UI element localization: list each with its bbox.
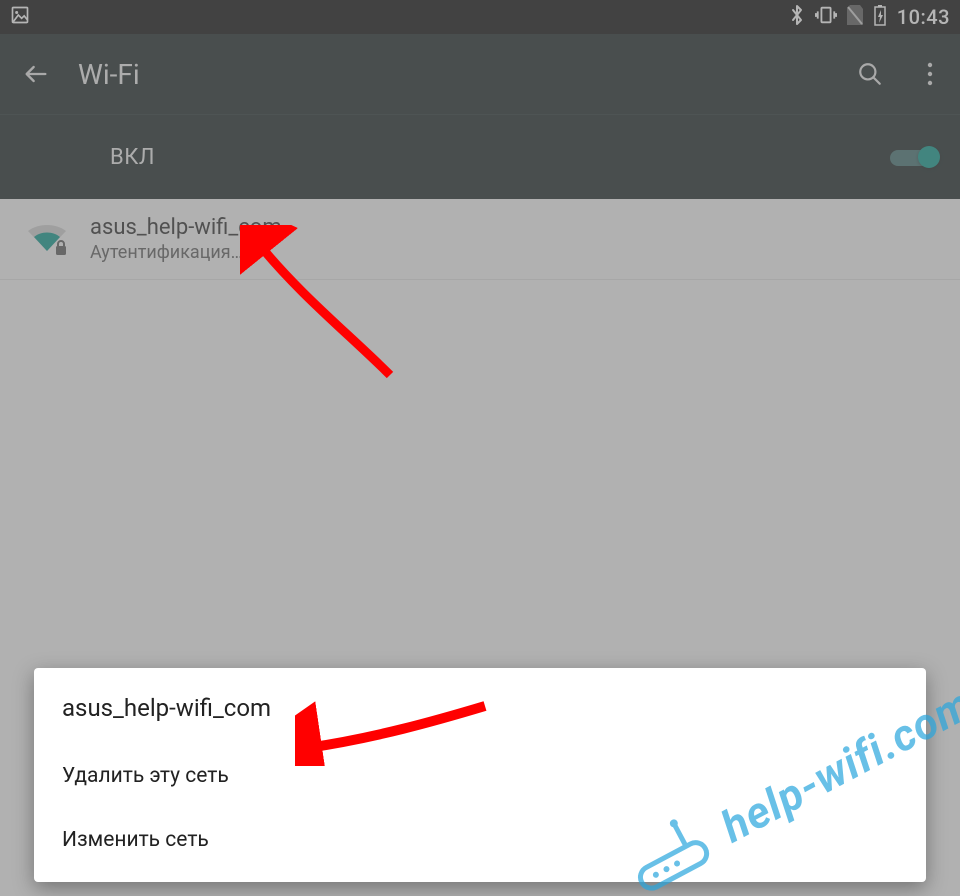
dialog-option-forget[interactable]: Удалить эту сеть: [62, 744, 898, 808]
image-placeholder-icon: [10, 5, 30, 30]
wifi-toggle-switch[interactable]: [890, 143, 938, 171]
no-sim-icon: [847, 5, 863, 30]
dialog-option-modify[interactable]: Изменить сеть: [62, 808, 898, 872]
page-title: Wi-Fi: [78, 58, 140, 91]
network-context-dialog: asus_help-wifi_com Удалить эту сеть Изме…: [34, 668, 926, 882]
wifi-signal-icon: [26, 221, 90, 257]
overflow-menu-button[interactable]: [914, 58, 946, 90]
vibrate-icon: [815, 5, 837, 30]
status-bar: 10:43: [0, 0, 960, 34]
battery-icon: [873, 4, 887, 31]
status-time: 10:43: [897, 5, 950, 29]
dialog-title: asus_help-wifi_com: [62, 694, 898, 722]
network-name: asus_help-wifi_com: [90, 215, 282, 240]
wifi-toggle-label: ВКЛ: [110, 145, 155, 170]
toolbar: Wi-Fi: [0, 34, 960, 114]
back-button[interactable]: [14, 52, 58, 96]
network-item[interactable]: asus_help-wifi_com Аутентификация…: [0, 199, 960, 280]
bluetooth-icon: [789, 4, 805, 31]
search-button[interactable]: [854, 58, 886, 90]
wifi-toggle-row: ВКЛ: [0, 114, 960, 199]
network-status: Аутентификация…: [90, 242, 282, 263]
